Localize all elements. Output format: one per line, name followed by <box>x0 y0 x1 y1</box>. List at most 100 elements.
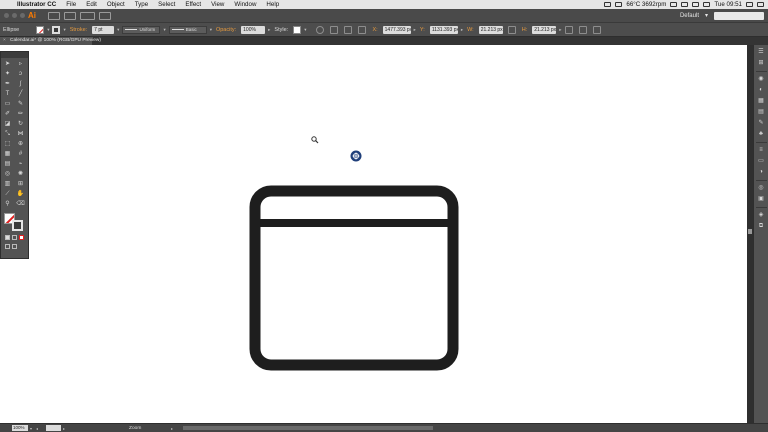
shape-builder-tool-icon[interactable]: ⊕ <box>16 141 26 148</box>
libraries-icon[interactable]: ☰ <box>757 49 765 56</box>
stroke-swatch[interactable] <box>52 25 61 34</box>
menu-edit[interactable]: Edit <box>81 1 102 8</box>
none-mode-icon[interactable] <box>19 235 24 240</box>
menu-object[interactable]: Object <box>102 1 130 8</box>
chevron-down-icon[interactable]: ▾ <box>210 27 212 33</box>
volume-icon[interactable] <box>681 2 689 7</box>
calendar-frame-shape[interactable] <box>249 185 459 371</box>
horizontal-scrollbar[interactable] <box>183 426 434 430</box>
chevron-right-icon[interactable]: ▸ <box>414 27 416 33</box>
magic-wand-tool-icon[interactable]: ✦ <box>3 71 13 78</box>
artboard-tool-icon[interactable]: ⊞ <box>16 181 26 188</box>
flag-icon[interactable] <box>703 2 711 7</box>
chevron-right-icon[interactable]: ▸ <box>268 27 270 33</box>
x-position-field[interactable]: 1477.393 px <box>382 25 411 34</box>
gradient-panel-icon[interactable]: ▭ <box>757 158 765 165</box>
app-menu[interactable]: Illustrator CC <box>12 1 61 8</box>
artboard-navigation-field[interactable] <box>46 425 62 431</box>
bridge-icon[interactable] <box>48 11 60 20</box>
symbol-sprayer-tool-icon[interactable]: ✺ <box>16 171 26 178</box>
height-label[interactable]: H: <box>522 27 528 33</box>
y-position-field[interactable]: 1131.393 px <box>429 25 458 34</box>
brush-definition[interactable]: Basic <box>168 25 207 34</box>
appearance-icon[interactable]: ◎ <box>757 185 765 192</box>
color-guide-icon[interactable]: ▦ <box>757 98 765 105</box>
artboard-canvas[interactable] <box>0 45 747 423</box>
fill-swatch[interactable] <box>36 25 45 34</box>
notification-center-icon[interactable] <box>757 2 764 7</box>
chevron-down-icon[interactable]: ▾ <box>163 27 165 33</box>
eraser-tool-icon[interactable]: ◪ <box>3 121 13 128</box>
rotate-tool-icon[interactable]: ↻ <box>16 121 26 128</box>
y-label[interactable]: Y: <box>420 27 425 33</box>
menu-help[interactable]: Help <box>261 1 284 8</box>
opacity-label[interactable]: Opacity: <box>216 27 236 33</box>
vertical-scroll-thumb[interactable] <box>748 229 752 234</box>
zoom-level-field[interactable]: 100% <box>12 425 28 431</box>
workspace-switcher[interactable]: Default <box>680 13 699 19</box>
close-window-button[interactable] <box>4 13 9 18</box>
mesh-tool-icon[interactable]: # <box>16 151 26 158</box>
line-segment-tool-icon[interactable]: ╱ <box>16 91 26 98</box>
search-stock-input[interactable] <box>714 11 764 20</box>
width-label[interactable]: W: <box>467 27 474 33</box>
gradient-mode-icon[interactable] <box>12 235 17 240</box>
stroke-label[interactable]: Stroke: <box>70 27 87 33</box>
gpu-performance-icon[interactable] <box>99 11 111 20</box>
draw-mode-icon[interactable] <box>5 244 10 249</box>
blend-tool-icon[interactable]: ◎ <box>3 171 13 178</box>
align-icon[interactable]: ⧉ <box>757 223 765 230</box>
column-graph-tool-icon[interactable]: ▥ <box>3 181 13 188</box>
width-field[interactable]: 21.213 px <box>478 25 503 34</box>
chevron-down-icon[interactable]: ▾ <box>47 27 49 33</box>
type-tool-icon[interactable]: T <box>3 91 13 98</box>
color-icon[interactable]: ◐ <box>757 87 765 94</box>
stroke-weight-field[interactable]: 7 pt <box>92 25 115 34</box>
panel-menu-icon[interactable] <box>593 25 602 34</box>
swatches-icon[interactable]: ▤ <box>757 109 765 116</box>
width-tool-icon[interactable]: ⋈ <box>16 131 26 138</box>
brushes-icon[interactable]: ✎ <box>757 120 765 127</box>
menu-view[interactable]: View <box>206 1 229 8</box>
chevron-down-icon[interactable]: ▾ <box>30 426 32 431</box>
opacity-field[interactable]: 100% <box>241 25 266 34</box>
chevron-right-icon[interactable]: ▸ <box>461 27 463 33</box>
zoom-window-button[interactable] <box>20 13 25 18</box>
status-app-icon[interactable] <box>615 2 623 7</box>
zoom-tool-icon[interactable]: ⚲ <box>3 201 13 208</box>
isolate-selection-icon[interactable] <box>579 25 588 34</box>
pen-tool-icon[interactable]: ✒ <box>3 81 13 88</box>
rectangle-tool-icon[interactable]: ▭ <box>3 101 13 108</box>
arrange-documents-icon[interactable] <box>80 11 95 20</box>
recolor-artwork-icon[interactable] <box>316 25 325 34</box>
stroke-color-box[interactable] <box>12 220 23 231</box>
transparency-icon[interactable]: ◑ <box>757 169 765 176</box>
curvature-tool-icon[interactable]: ∫ <box>16 81 26 88</box>
menu-effect[interactable]: Effect <box>180 1 206 8</box>
direct-selection-tool-icon[interactable]: ▹ <box>16 61 26 68</box>
chevron-down-icon[interactable]: ▾ <box>117 27 119 33</box>
properties-icon[interactable]: ◉ <box>757 76 765 83</box>
scale-tool-icon[interactable]: ⤡ <box>3 131 13 138</box>
color-mode-icon[interactable] <box>5 235 10 240</box>
selection-tool-icon[interactable]: ➤ <box>3 61 13 68</box>
battery-icon[interactable] <box>692 2 700 7</box>
close-icon[interactable]: × <box>3 37 6 45</box>
reference-point-icon[interactable] <box>358 25 367 34</box>
slice-tool-icon[interactable]: ⟋ <box>3 191 13 198</box>
free-transform-tool-icon[interactable]: ⬚ <box>3 141 13 148</box>
x-label[interactable]: X: <box>372 27 377 33</box>
stock-icon[interactable] <box>64 11 76 20</box>
wifi-icon[interactable] <box>670 2 678 7</box>
eraser-alt-tool-icon[interactable]: ⌫ <box>16 201 26 208</box>
chevron-down-icon[interactable]: ▾ <box>304 27 306 33</box>
screen-mode-icon[interactable] <box>12 244 17 249</box>
previous-artboard-icon[interactable]: ◂ <box>36 426 38 431</box>
chevron-down-icon[interactable]: ▾ <box>705 12 708 19</box>
chevron-down-icon[interactable]: ▾ <box>63 27 65 33</box>
variable-width-profile[interactable]: Uniform <box>122 25 161 34</box>
constrain-proportions-icon[interactable] <box>507 25 516 34</box>
symbols-icon[interactable]: ♣ <box>757 131 765 138</box>
dropbox-icon[interactable] <box>604 2 612 7</box>
pencil-tool-icon[interactable]: ✏ <box>16 111 26 118</box>
